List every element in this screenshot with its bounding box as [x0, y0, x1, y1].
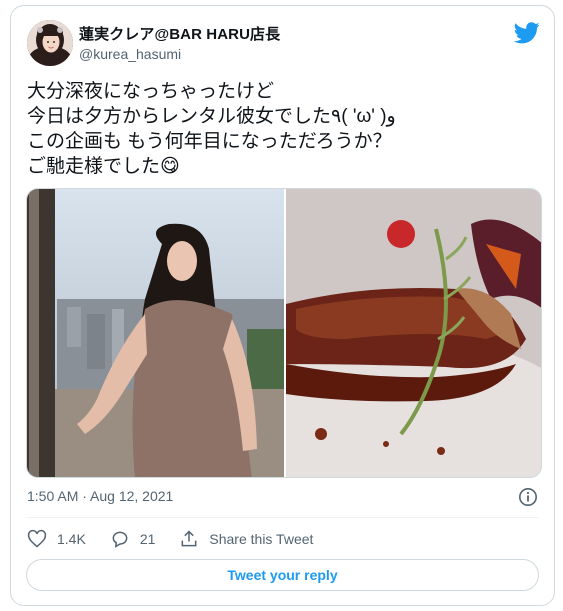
twitter-bird-icon[interactable] [513, 22, 540, 44]
share-label: Share this Tweet [209, 531, 314, 547]
divider [26, 517, 539, 518]
tweet-text-line: ご馳走様でした😋 [27, 156, 180, 177]
info-icon[interactable] [518, 487, 538, 507]
media-gallery [26, 188, 542, 478]
user-handle[interactable]: @kurea_hasumi [79, 46, 181, 62]
photo-woman-window[interactable] [27, 189, 284, 477]
tweet-text-line: この企画も もう何年目になっただろうか？ [27, 131, 392, 152]
reply-count-button[interactable]: 21 [110, 529, 156, 549]
like-count: 1.4K [57, 531, 86, 547]
photo-steak-dish[interactable] [246, 189, 541, 477]
tweet-timestamp[interactable]: 1:50 AM · Aug 12, 2021 [27, 488, 173, 504]
tweet-card: 蓮実クレア@BAR HARU店長 @kurea_hasumi 大分深夜になっちゃ… [10, 5, 555, 606]
reply-icon [112, 531, 128, 548]
action-bar: 1.4K 21 Share this Tweet [27, 528, 337, 550]
like-button[interactable]: 1.4K [27, 529, 86, 549]
reply-count: 21 [139, 531, 156, 547]
tweet-text-line: 今日は夕方からレンタル彼女でした٩( 'ω' )و [27, 106, 396, 127]
tweet-text: 大分深夜になっちゃったけど 今日は夕方からレンタル彼女でした٩( 'ω' )و … [27, 79, 542, 179]
share-button[interactable]: Share this Tweet [179, 529, 313, 549]
heart-icon [27, 529, 47, 548]
display-name[interactable]: 蓮実クレア@BAR HARU店長 [79, 23, 280, 44]
tweet-your-reply-button[interactable]: Tweet your reply [26, 559, 539, 591]
tweet-text-line: 大分深夜になっちゃったけど [27, 81, 275, 102]
avatar[interactable] [27, 20, 73, 66]
share-icon [181, 530, 197, 547]
